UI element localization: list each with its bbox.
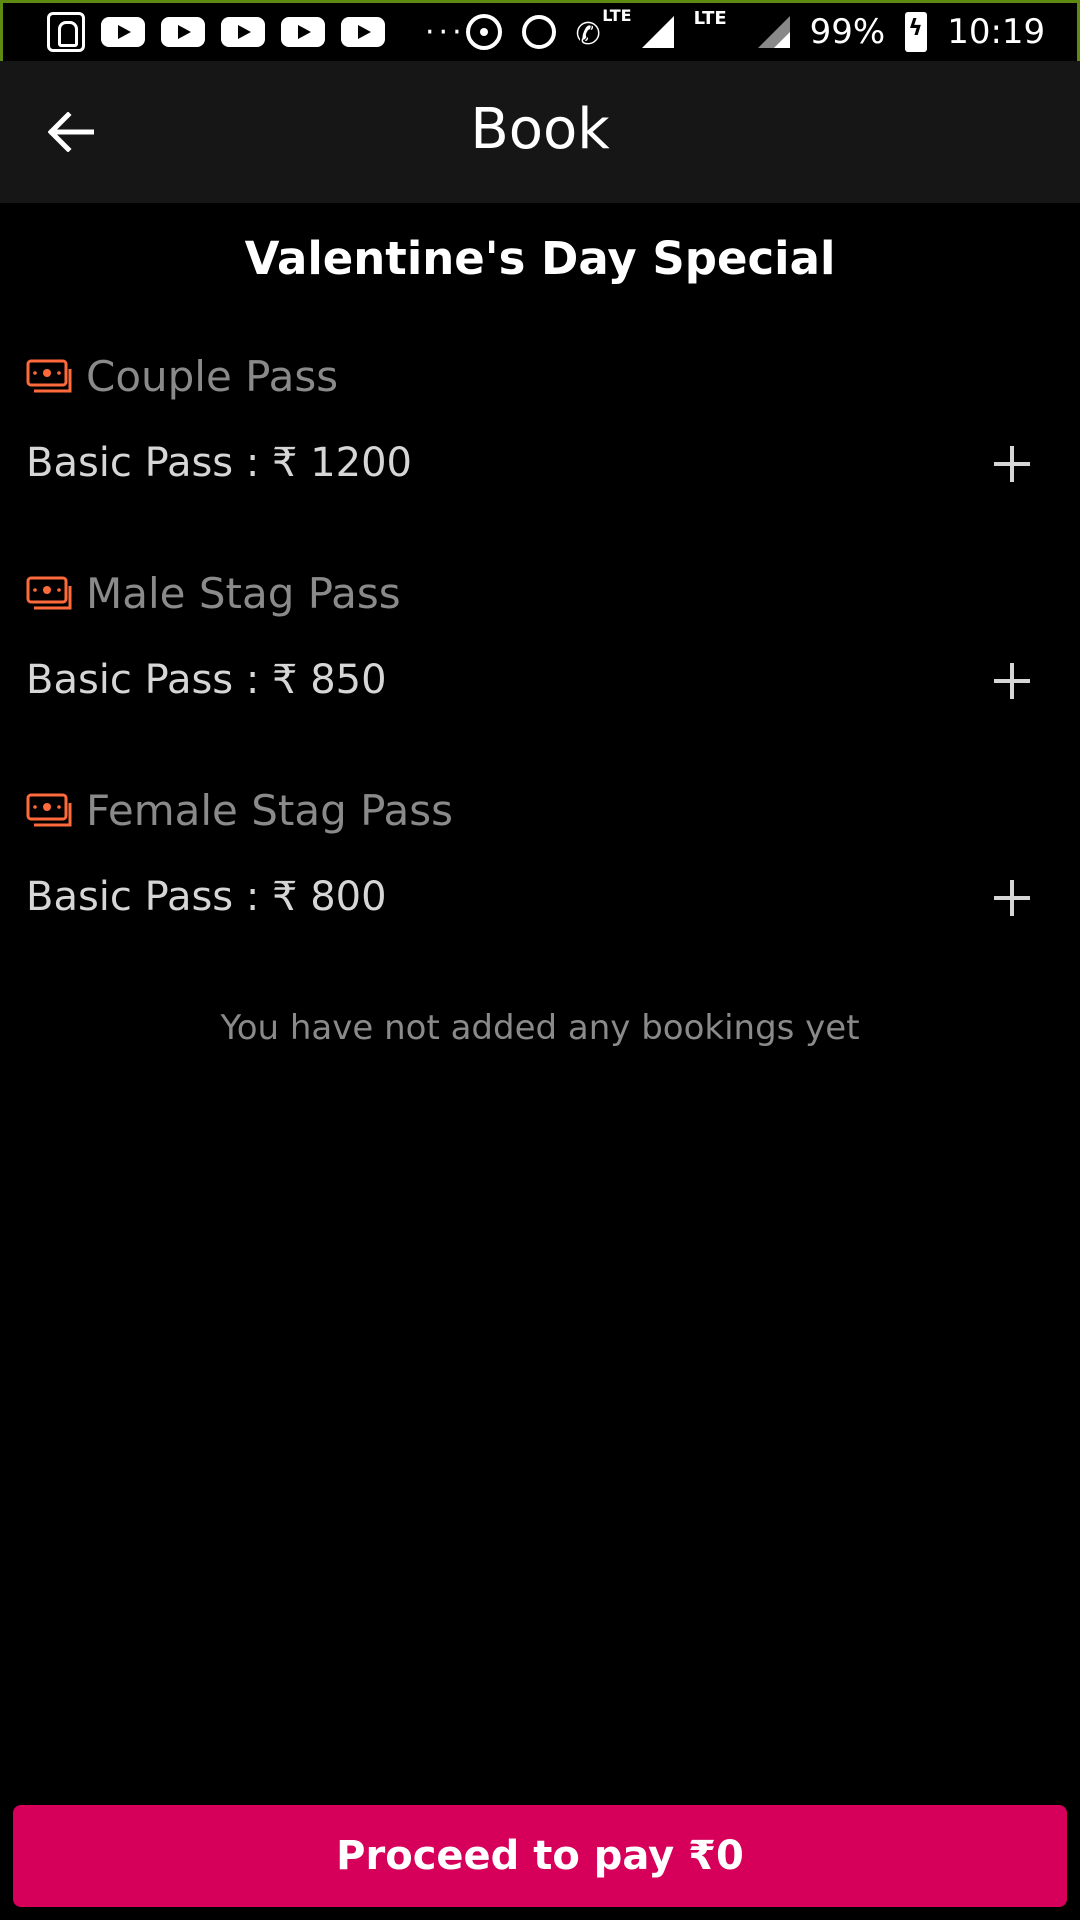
section-name: Female Stag Pass [86, 786, 454, 835]
signal-icon [641, 16, 674, 48]
youtube-notification-icon [221, 17, 265, 47]
ticket-icon [26, 359, 72, 392]
alarm-icon [521, 15, 556, 49]
youtube-notification-icon [161, 17, 205, 47]
plus-icon [994, 880, 1030, 916]
status-bar: ··· ✆ LTE LTE 99% 10:19 [0, 0, 1080, 61]
more-notifications-icon: ··· [425, 14, 466, 50]
empty-bookings-message: You have not added any bookings yet [220, 1008, 860, 1048]
add-couple-pass-button[interactable] [982, 434, 1042, 494]
volte-call-icon: ✆ LTE [575, 6, 632, 52]
system-icons: ✆ LTE LTE 99% 10:19 [465, 6, 1046, 52]
app-bar: Book [0, 61, 1080, 203]
youtube-notification-icon [281, 17, 325, 47]
page-title: Book [470, 97, 610, 162]
section-header: Couple Pass [26, 352, 338, 401]
proceed-to-pay-button[interactable]: Proceed to pay ₹0 [13, 1805, 1067, 1907]
ticket-icon [26, 793, 72, 826]
price-label: Basic Pass : ₹ 800 [26, 874, 387, 920]
hotspot-icon [465, 14, 502, 50]
gesture-app-icon [47, 12, 85, 52]
event-title: Valentine's Day Special [244, 232, 836, 285]
section-name: Male Stag Pass [86, 569, 401, 618]
network-lte-label: LTE [693, 8, 727, 29]
notification-icons: ··· [47, 12, 466, 52]
plus-icon [994, 446, 1030, 482]
youtube-notification-icon [341, 17, 385, 47]
youtube-notification-icon [101, 17, 145, 47]
add-female-stag-pass-button[interactable] [982, 868, 1042, 928]
section-header: Female Stag Pass [26, 786, 453, 835]
call-lte-label: LTE [602, 6, 632, 25]
ticket-icon [26, 576, 72, 609]
price-row: Basic Pass : ₹ 850 [26, 657, 1042, 717]
add-male-stag-pass-button[interactable] [982, 651, 1042, 711]
signal-weak-icon [757, 16, 790, 48]
price-row: Basic Pass : ₹ 1200 [26, 440, 1042, 500]
price-label: Basic Pass : ₹ 1200 [26, 440, 412, 486]
section-name: Couple Pass [86, 352, 339, 401]
battery-charging-icon [905, 12, 928, 52]
plus-icon [994, 663, 1030, 699]
price-label: Basic Pass : ₹ 850 [26, 657, 387, 703]
battery-percent: 99% [809, 12, 886, 52]
section-header: Male Stag Pass [26, 569, 401, 618]
price-row: Basic Pass : ₹ 800 [26, 874, 1042, 934]
clock: 10:19 [947, 12, 1046, 52]
lte-signal-icon: LTE [694, 8, 738, 52]
